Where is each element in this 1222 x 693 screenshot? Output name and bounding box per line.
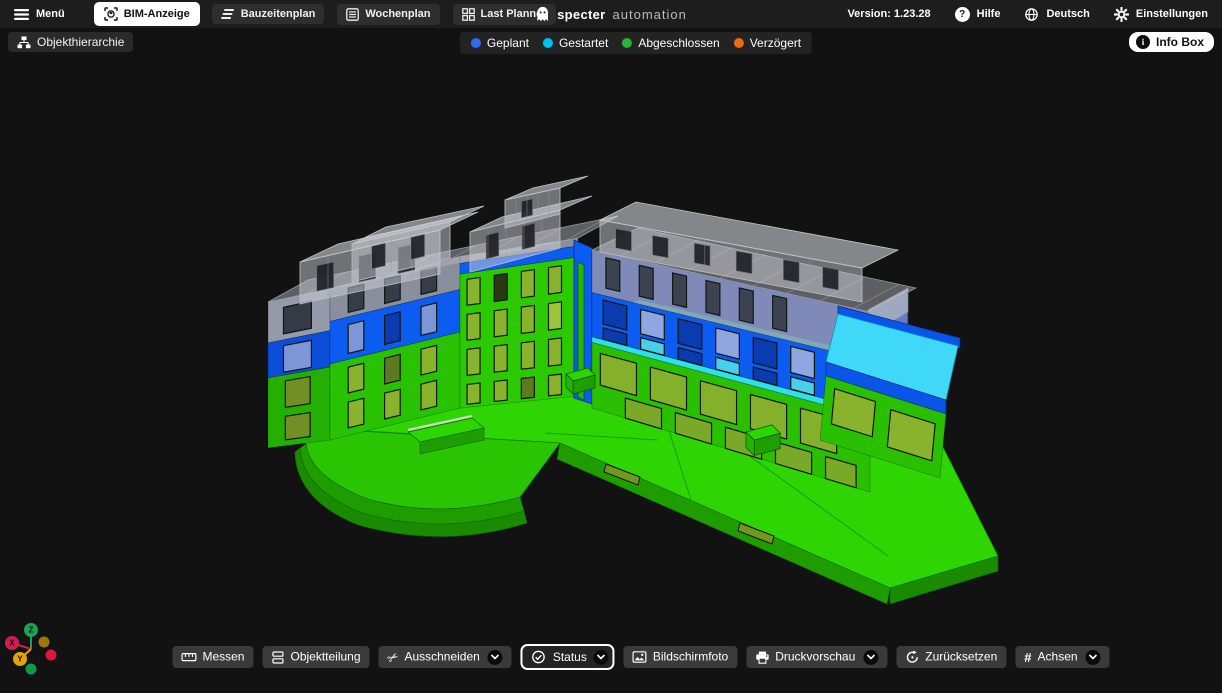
split-object-icon bbox=[271, 651, 284, 664]
legend-item-verzoegert: Verzögert bbox=[734, 36, 801, 50]
axes-icon: # bbox=[1024, 651, 1031, 664]
ghost-icon bbox=[535, 6, 550, 23]
status-check-icon bbox=[532, 650, 546, 664]
brand-logo: specter automation bbox=[535, 0, 687, 28]
axes-dropdown[interactable] bbox=[1086, 650, 1101, 665]
help-icon: ? bbox=[955, 7, 970, 22]
legend-dot-geplant bbox=[471, 38, 481, 48]
legend-item-abgeschlossen: Abgeschlossen bbox=[622, 36, 719, 50]
info-box-button[interactable]: i Info Box bbox=[1129, 32, 1214, 52]
object-split-button[interactable]: Objektteilung bbox=[262, 646, 369, 668]
axis-gizmo[interactable]: Z XY bbox=[4, 618, 64, 682]
tab-bim-anzeige[interactable]: BIM-Anzeige bbox=[95, 3, 199, 25]
print-dropdown[interactable] bbox=[863, 650, 878, 665]
tab-bauzeitenplan[interactable]: Bauzeitenplan bbox=[212, 4, 325, 24]
print-preview-button[interactable]: Druckvorschau bbox=[746, 646, 887, 668]
svg-text:Y: Y bbox=[17, 655, 23, 664]
bim-view-icon bbox=[104, 7, 118, 21]
legend-dot-gestartet bbox=[543, 38, 553, 48]
hamburger-icon bbox=[14, 9, 29, 20]
help-button[interactable]: ? Hilfe bbox=[955, 7, 1001, 22]
brand-name: specter bbox=[557, 7, 605, 22]
status-legend: Geplant Gestartet Abgeschlossen Verzöger… bbox=[460, 32, 812, 54]
screenshot-icon bbox=[633, 651, 647, 663]
object-hierarchy-button[interactable]: Objekthierarchie bbox=[8, 32, 133, 52]
grid-icon bbox=[462, 8, 475, 21]
chevron-down-icon bbox=[597, 654, 606, 660]
chevron-down-icon bbox=[866, 654, 875, 660]
cut-button[interactable]: ✂ Ausschneiden bbox=[379, 646, 512, 668]
reset-icon bbox=[905, 650, 919, 664]
gear-icon bbox=[1114, 7, 1129, 22]
measure-button[interactable]: Messen bbox=[172, 646, 253, 668]
svg-text:Z: Z bbox=[29, 626, 34, 635]
hierarchy-icon bbox=[17, 36, 31, 49]
scissors-icon: ✂ bbox=[385, 649, 401, 666]
menu-label: Menü bbox=[36, 8, 65, 20]
language-button[interactable]: Deutsch bbox=[1024, 7, 1089, 22]
reset-button[interactable]: Zurücksetzen bbox=[896, 646, 1006, 668]
tab-wochenplan[interactable]: Wochenplan bbox=[337, 4, 439, 25]
svg-text:X: X bbox=[9, 639, 15, 648]
gantt-icon bbox=[221, 8, 235, 20]
bim-viewport[interactable]: Z XY bbox=[0, 0, 1222, 688]
legend-dot-abgeschlossen bbox=[622, 38, 632, 48]
chevron-down-icon bbox=[491, 654, 500, 660]
tab-label: Wochenplan bbox=[365, 8, 430, 20]
printer-icon bbox=[755, 651, 769, 664]
info-icon: i bbox=[1136, 35, 1150, 49]
tab-label: Bauzeitenplan bbox=[241, 8, 316, 20]
settings-button[interactable]: Einstellungen bbox=[1114, 7, 1208, 22]
ruler-icon bbox=[181, 651, 196, 663]
globe-icon bbox=[1024, 7, 1039, 22]
screenshot-button[interactable]: Bildschirmfoto bbox=[624, 646, 737, 668]
weekplan-icon bbox=[346, 8, 359, 21]
overlay-row: Objekthierarchie Geplant Gestartet Abges… bbox=[0, 32, 1222, 56]
legend-item-gestartet: Gestartet bbox=[543, 36, 608, 50]
bottom-toolbar: Messen Objektteilung ✂ Ausschneiden Stat… bbox=[172, 644, 1109, 670]
legend-dot-verzoegert bbox=[734, 38, 744, 48]
tab-label: BIM-Anzeige bbox=[124, 8, 190, 20]
top-bar: Menü BIM-Anzeige Bauzeitenplan bbox=[0, 0, 1222, 28]
status-button[interactable]: Status bbox=[521, 644, 615, 670]
version-text: Version: 1.23.28 bbox=[847, 8, 930, 20]
chevron-down-icon bbox=[1089, 654, 1098, 660]
menu-button[interactable]: Menü bbox=[14, 8, 65, 20]
cut-dropdown[interactable] bbox=[488, 650, 503, 665]
axes-button[interactable]: # Achsen bbox=[1015, 646, 1109, 668]
bim-model bbox=[0, 0, 1222, 688]
status-dropdown[interactable] bbox=[594, 650, 609, 665]
brand-suffix: automation bbox=[613, 7, 687, 22]
legend-item-geplant: Geplant bbox=[471, 36, 529, 50]
